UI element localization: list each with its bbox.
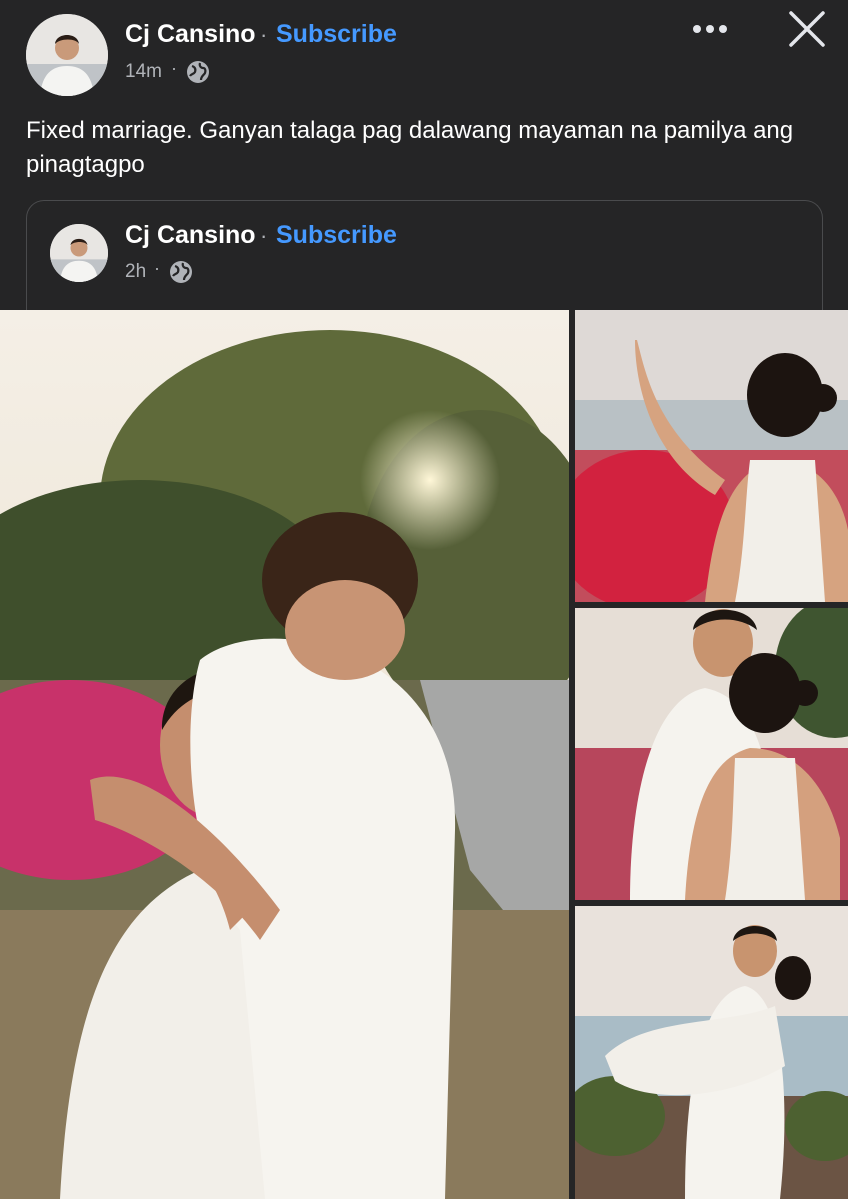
shared-name-separator: · bbox=[260, 223, 268, 248]
subscribe-button[interactable]: Subscribe bbox=[276, 20, 397, 49]
post-text: Fixed marriage. Ganyan talaga pag dalawa… bbox=[26, 117, 794, 178]
author-avatar[interactable] bbox=[26, 14, 108, 96]
more-dot-1 bbox=[693, 25, 701, 33]
shared-time-separator: · bbox=[154, 258, 160, 278]
woman-waving-photo[interactable] bbox=[575, 310, 848, 602]
name-separator: · bbox=[260, 22, 268, 47]
time-separator: · bbox=[171, 58, 177, 78]
shared-author-name[interactable]: Cj Cansino bbox=[125, 221, 256, 250]
man-carrying-woman-photo[interactable] bbox=[575, 906, 848, 1199]
close-icon[interactable] bbox=[786, 8, 828, 50]
more-dot-3 bbox=[719, 25, 727, 33]
more-dot-2 bbox=[706, 25, 714, 33]
more-options-button[interactable] bbox=[686, 14, 734, 44]
shared-post-time[interactable]: 2h bbox=[125, 261, 146, 283]
globe-icon bbox=[187, 61, 209, 83]
author-name[interactable]: Cj Cansino bbox=[125, 20, 256, 49]
couple-standing-photo[interactable] bbox=[575, 608, 848, 900]
post-time[interactable]: 14m bbox=[125, 61, 162, 83]
shared-globe-icon bbox=[170, 261, 192, 283]
couple-hug-photo[interactable] bbox=[0, 310, 569, 1199]
shared-subscribe-button[interactable]: Subscribe bbox=[276, 221, 397, 250]
shared-author-avatar[interactable] bbox=[50, 224, 108, 282]
